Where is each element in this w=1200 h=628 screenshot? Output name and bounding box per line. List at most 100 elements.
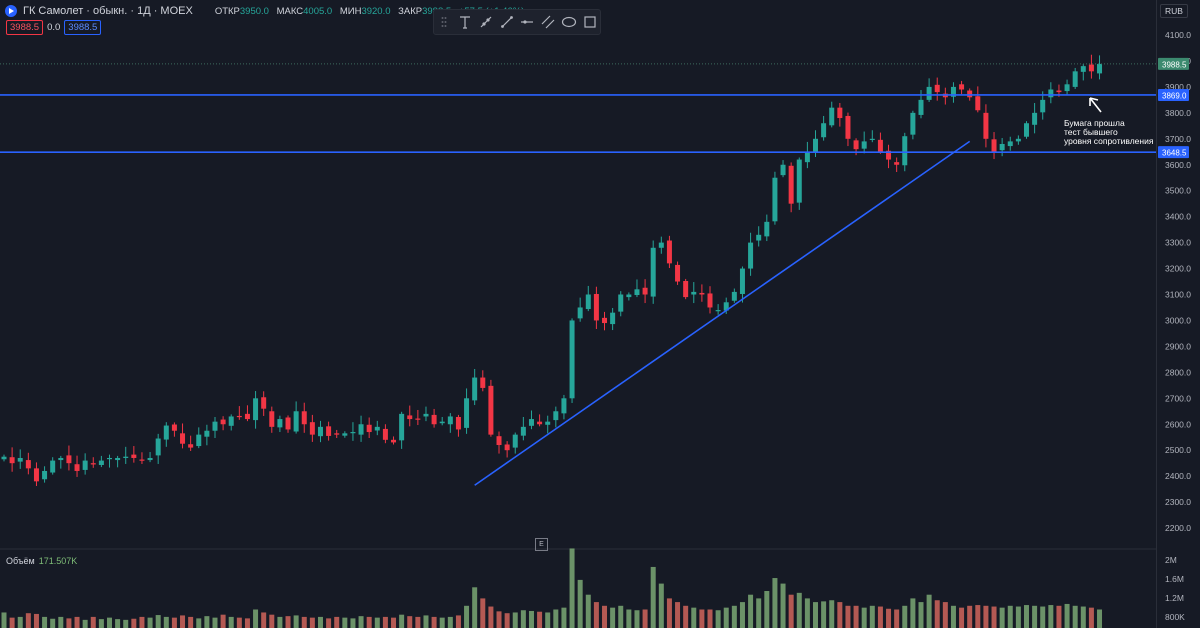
candle-body: [269, 411, 275, 427]
volume-bar: [788, 594, 794, 628]
low-value: 3920.0: [361, 5, 391, 17]
volume-bar: [163, 616, 169, 628]
volume-bar: [1056, 605, 1062, 628]
volume-bar: [950, 605, 956, 628]
volume-bar: [1097, 609, 1103, 628]
candle-body: [74, 464, 80, 471]
candle-body: [399, 413, 405, 441]
volume-bar: [886, 608, 892, 628]
candle-body: [58, 457, 64, 461]
volume-bar: [98, 619, 104, 628]
candle-body: [983, 112, 989, 139]
volume-bar: [415, 616, 421, 628]
candle-body: [528, 419, 534, 426]
volume-bar: [918, 602, 924, 628]
volume-bar: [626, 609, 632, 628]
price-chart[interactable]: 2200.0 2300.0 2400.0 2500.0 2600.0 2700.0 2800…: [0, 0, 1200, 628]
volume-bar: [123, 619, 129, 628]
ray-tool-icon[interactable]: [478, 14, 494, 30]
candle-body: [650, 247, 656, 297]
parallel-channel-tool-icon[interactable]: [540, 14, 556, 30]
price-tick-label: 2200.0: [1165, 523, 1191, 533]
volume-bar: [1064, 603, 1070, 628]
candle-body: [1, 456, 7, 460]
volume-bar: [236, 617, 242, 628]
volume-bar: [764, 591, 770, 628]
candle-body: [350, 432, 356, 434]
volume-bar: [496, 611, 502, 628]
candle-body: [163, 425, 169, 440]
volume-value: 171.507K: [38, 556, 78, 566]
candle-body: [366, 424, 372, 433]
volume-bar: [269, 614, 275, 628]
candle-body: [115, 457, 121, 461]
candle-body: [1023, 123, 1029, 137]
candle-body: [1056, 90, 1062, 93]
volume-bar: [504, 613, 510, 628]
candle-body: [561, 398, 567, 414]
volume-bar: [285, 616, 291, 628]
earnings-marker[interactable]: E: [535, 538, 548, 551]
volume-bar: [813, 602, 818, 628]
candle-body: [42, 470, 48, 480]
symbol-title[interactable]: ГК Самолет · обыкн. · 1Д · MOEX: [23, 5, 193, 17]
candle-body: [764, 221, 770, 237]
drag-handle-icon[interactable]: [436, 14, 452, 30]
trend-line-tool-icon[interactable]: [499, 14, 515, 30]
candle-body: [415, 418, 421, 420]
volume-bar: [212, 617, 218, 628]
price-axis[interactable]: 2200.0 2300.0 2400.0 2500.0 2600.0 2700.0 2800…: [1158, 30, 1191, 622]
volume-bar: [33, 613, 39, 628]
volume-bar: [715, 610, 721, 628]
volume-bar: [707, 609, 713, 628]
buy-button[interactable]: 3988.5: [64, 20, 102, 35]
candle-body: [1048, 89, 1054, 98]
candle-body: [261, 397, 267, 409]
volume-bar: [50, 618, 56, 628]
volume-label: Объём: [6, 556, 35, 566]
volume-bar: [991, 606, 997, 628]
volume-bar: [942, 602, 948, 628]
candle-body: [496, 436, 502, 446]
ellipse-tool-icon[interactable]: [561, 14, 577, 30]
volume-bar: [796, 592, 802, 628]
volume-bar: [17, 616, 23, 628]
price-tick-label: 4100.0: [1165, 30, 1191, 40]
candle-body: [407, 415, 413, 420]
volume-bar: [634, 610, 640, 628]
sell-button[interactable]: 3988.5: [6, 20, 44, 35]
currency-selector[interactable]: RUB: [1160, 4, 1188, 18]
candle-body: [821, 123, 827, 138]
volume-bar: [1040, 606, 1046, 628]
candle-body: [934, 84, 940, 93]
volume-bar: [358, 616, 364, 628]
drawn-lines[interactable]: [0, 63, 1156, 486]
candle-body: [66, 455, 72, 464]
volume-bar: [528, 610, 534, 628]
rectangle-tool-icon[interactable]: [582, 14, 598, 30]
price-tick-label: 2500.0: [1165, 445, 1191, 455]
candle-body: [25, 460, 31, 469]
volume-bar: [431, 616, 437, 628]
volume-bar: [488, 606, 494, 628]
candle-body: [545, 421, 551, 425]
volume-bar: [902, 605, 908, 628]
candle-body: [991, 139, 997, 152]
volume-bar: [894, 609, 900, 628]
candle-body: [537, 421, 543, 425]
volume-bar: [464, 605, 470, 628]
candle-body: [431, 414, 437, 425]
candle-body: [293, 411, 299, 432]
price-tick-label: 3000.0: [1165, 315, 1191, 325]
candle-body: [244, 413, 250, 420]
horizontal-ray-tool-icon[interactable]: [519, 14, 535, 30]
volume-bar: [821, 601, 827, 628]
close-label: ЗАКР: [398, 5, 423, 17]
candle-body: [675, 264, 681, 282]
volume-bar: [472, 587, 478, 628]
symbol-logo-icon: [5, 5, 17, 17]
trend-line[interactable]: [474, 140, 971, 486]
volume-bar: [691, 607, 697, 628]
text-tool-icon[interactable]: [457, 14, 473, 30]
volume-bar: [585, 594, 591, 628]
